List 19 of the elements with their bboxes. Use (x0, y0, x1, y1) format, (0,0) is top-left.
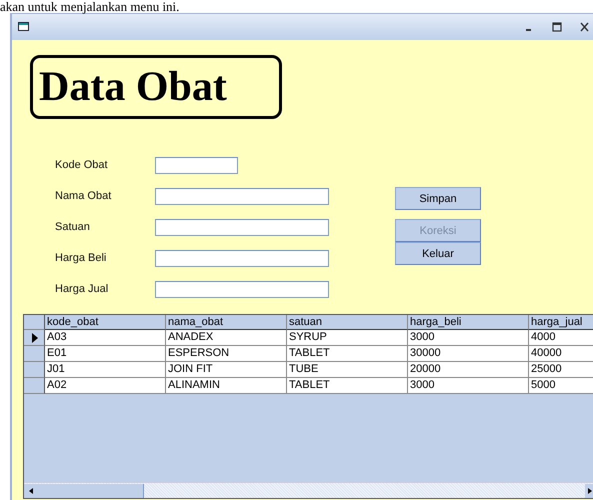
field-label: Harga Jual (55, 283, 110, 295)
table-cell: TABLET (287, 378, 408, 394)
column-header[interactable]: nama_obat (166, 315, 287, 330)
field-label: Harga Beli (55, 252, 108, 264)
table-cell: 5000 (529, 378, 593, 394)
column-header[interactable]: harga_beli (408, 315, 529, 330)
caption-text: akan untuk menjalankan menu ini. (0, 0, 180, 13)
table-cell: A02 (45, 378, 166, 394)
field-label: Kode Obat (55, 159, 109, 171)
column-header[interactable]: harga_jual (529, 315, 593, 330)
table-cell: ALINAMIN (166, 378, 287, 394)
column-header[interactable]: kode_obat (45, 315, 166, 330)
form-button[interactable]: Simpan (395, 187, 481, 210)
form-heading: Data Obat (30, 55, 282, 119)
column-header[interactable]: satuan (287, 315, 408, 330)
table-cell: 3000 (408, 378, 529, 394)
form-button[interactable]: Keluar (395, 242, 481, 265)
field-label: Nama Obat (55, 190, 112, 202)
field-label: Satuan (55, 221, 91, 233)
